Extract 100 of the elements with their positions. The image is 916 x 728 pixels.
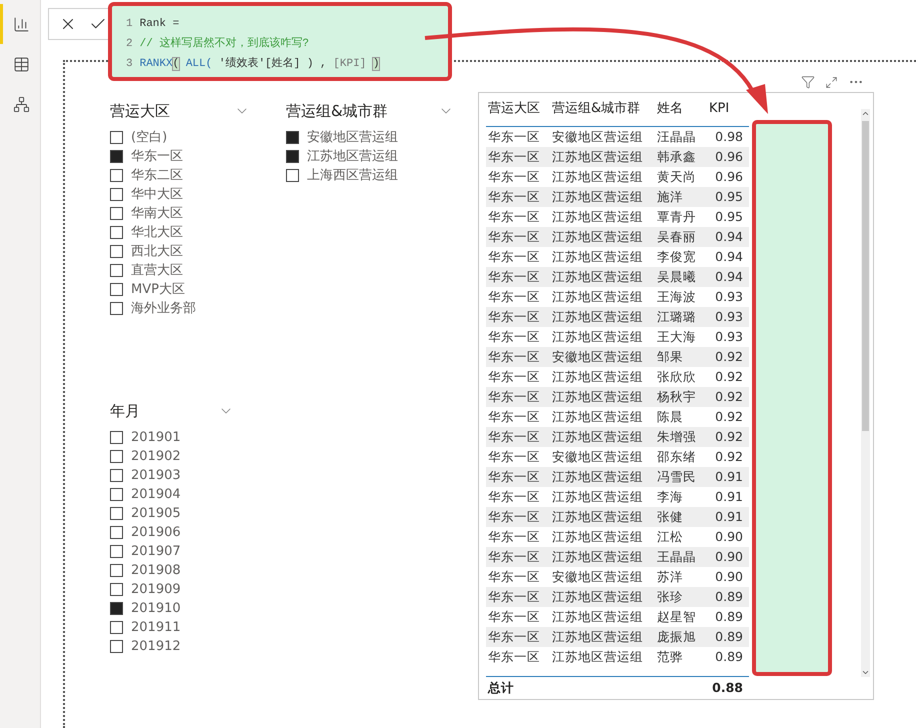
checkbox[interactable] bbox=[110, 469, 123, 482]
table-cell-text: 江苏地区营运组 bbox=[551, 328, 644, 346]
checkbox[interactable] bbox=[110, 226, 123, 239]
slicer-item-label[interactable]: 201903 bbox=[131, 466, 181, 486]
checkbox[interactable] bbox=[286, 150, 299, 163]
table-cell-text: 华东一区 bbox=[487, 228, 541, 246]
table-cell-text: 华东一区 bbox=[487, 568, 541, 586]
table-cell-text: 江苏地区营运组 bbox=[551, 308, 644, 326]
checkbox[interactable] bbox=[110, 602, 123, 615]
slicer-item-label[interactable]: 江苏地区营运组 bbox=[307, 146, 398, 166]
slicer-item-label[interactable]: 华南大区 bbox=[131, 204, 183, 224]
table-cell-text: 0.92 bbox=[714, 348, 743, 366]
checkbox[interactable] bbox=[110, 264, 123, 277]
table-cell-text: 江苏地区营运组 bbox=[551, 148, 644, 166]
slicer-item-label[interactable]: 安徽地区营运组 bbox=[307, 128, 398, 148]
table-cell-text: 0.92 bbox=[714, 408, 743, 426]
table-cell-text: 0.91 bbox=[714, 468, 743, 486]
slicer-item-label[interactable]: 华北大区 bbox=[131, 222, 183, 242]
table-cell-text: 江苏地区营运组 bbox=[551, 648, 644, 666]
checkbox[interactable] bbox=[110, 431, 123, 444]
slicer-item-label[interactable]: 201907 bbox=[131, 542, 181, 562]
slicer-item-label[interactable]: 华中大区 bbox=[131, 184, 183, 204]
scroll-down-icon[interactable] bbox=[861, 668, 870, 677]
expand-icon[interactable] bbox=[825, 76, 838, 88]
checkbox[interactable] bbox=[110, 488, 123, 501]
slicer-item-label[interactable]: 201904 bbox=[131, 484, 181, 504]
checkbox[interactable] bbox=[110, 507, 123, 520]
table-cell-text: 0.94 bbox=[714, 248, 743, 266]
table-cell-text: 江苏地区营运组 bbox=[551, 168, 644, 186]
checkbox[interactable] bbox=[110, 450, 123, 463]
checkbox[interactable] bbox=[110, 583, 123, 596]
checkbox[interactable] bbox=[110, 169, 123, 182]
slicer-item-label[interactable]: 上海西区营运组 bbox=[307, 166, 398, 186]
checkbox[interactable] bbox=[286, 169, 299, 182]
table-cell-text: 0.90 bbox=[714, 568, 743, 586]
checkbox[interactable] bbox=[110, 150, 123, 163]
scroll-up-icon[interactable] bbox=[861, 109, 870, 118]
formula-editor[interactable]: 1 Rank = 2 // 这样写居然不对，到底该咋写? 3 RANKX( ALL( '绩效表'[姓名] ) , [KPI] ) bbox=[108, 2, 452, 81]
table-cell-text: 华东一区 bbox=[487, 168, 541, 186]
table-cell-text: 0.89 bbox=[714, 608, 743, 626]
table-cell-text: 黄天尚 bbox=[656, 168, 697, 186]
table-cell-text: 江苏地区营运组 bbox=[551, 488, 644, 506]
checkbox[interactable] bbox=[110, 302, 123, 315]
slicer-item-label[interactable]: 201902 bbox=[131, 446, 181, 466]
checkbox[interactable] bbox=[110, 188, 123, 201]
column-header[interactable]: KPI bbox=[707, 99, 743, 118]
checkbox[interactable] bbox=[110, 621, 123, 634]
table-cell-text: 华东一区 bbox=[487, 448, 541, 466]
slicer-item-label[interactable]: 201901 bbox=[131, 428, 181, 448]
checkbox[interactable] bbox=[110, 283, 123, 296]
slicer-title: 营运组&城市群 bbox=[286, 100, 388, 122]
slicer-item-label[interactable]: 西北大区 bbox=[131, 242, 183, 262]
checkbox[interactable] bbox=[110, 564, 123, 577]
checkbox[interactable] bbox=[110, 245, 123, 258]
table-cell-text: 王海波 bbox=[656, 288, 697, 306]
table-cell-text: 华东一区 bbox=[487, 428, 541, 446]
slicer-item-label[interactable]: 201908 bbox=[131, 560, 181, 580]
slicer-item-label[interactable]: 海外业务部 bbox=[131, 298, 196, 318]
checkbox[interactable] bbox=[110, 640, 123, 653]
column-header[interactable]: 姓名 bbox=[655, 99, 707, 118]
checkbox[interactable] bbox=[286, 131, 299, 144]
table-cell-text: 张珍 bbox=[656, 588, 684, 606]
code-line: Rank = bbox=[140, 17, 180, 32]
table-cell-text: 江苏地区营运组 bbox=[551, 288, 644, 306]
table-cell-text: 江苏地区营运组 bbox=[551, 508, 644, 526]
slicer-title: 年月 bbox=[110, 400, 140, 422]
slicer-item-label[interactable]: (空白) bbox=[131, 128, 168, 148]
slicer-item-label[interactable]: 201905 bbox=[131, 504, 181, 524]
table-cell-text: 0.91 bbox=[714, 508, 743, 526]
table-cell-text: 0.96 bbox=[714, 148, 743, 166]
column-header[interactable]: 营运大区 bbox=[486, 99, 550, 118]
table-icon bbox=[13, 56, 30, 72]
slicer-item-label[interactable]: 直营大区 bbox=[131, 260, 183, 280]
filter-icon[interactable] bbox=[801, 75, 815, 89]
slicer-item-label[interactable]: 华东二区 bbox=[131, 166, 183, 186]
column-header[interactable]: 营运组&城市群 bbox=[550, 99, 655, 118]
slicer-item-label[interactable]: 201911 bbox=[131, 618, 181, 638]
hierarchy-icon bbox=[13, 96, 30, 112]
scrollbar[interactable] bbox=[861, 109, 870, 677]
table-cell-text: 华东一区 bbox=[487, 328, 541, 346]
checkbox[interactable] bbox=[110, 207, 123, 220]
table-cell-text: 0.89 bbox=[714, 628, 743, 646]
table-cell-text: 0.93 bbox=[714, 308, 743, 326]
slicer-item-label[interactable]: 201912 bbox=[131, 636, 181, 656]
checkbox[interactable] bbox=[110, 131, 123, 144]
slicer-item-label[interactable]: 201909 bbox=[131, 580, 181, 600]
checkbox[interactable] bbox=[110, 526, 123, 539]
table-cell-text: 庞振旭 bbox=[656, 628, 697, 646]
slicer-item-label[interactable]: 201910 bbox=[131, 598, 181, 618]
slicer-item-label[interactable]: MVP大区 bbox=[131, 280, 185, 300]
table-cell-text: 江璐璐 bbox=[656, 308, 697, 326]
checkbox[interactable] bbox=[110, 545, 123, 558]
bar-chart-icon bbox=[13, 16, 30, 32]
slicer-item-label[interactable]: 华东一区 bbox=[131, 146, 183, 166]
table-cell-text: 华东一区 bbox=[487, 588, 541, 606]
line-number: 3 bbox=[126, 57, 133, 72]
table-cell-text: 华东一区 bbox=[487, 188, 541, 206]
slicer-item-label[interactable]: 201906 bbox=[131, 522, 181, 542]
table-cell-text: 江苏地区营运组 bbox=[551, 528, 644, 546]
table-cell-text: 张健 bbox=[656, 508, 684, 526]
